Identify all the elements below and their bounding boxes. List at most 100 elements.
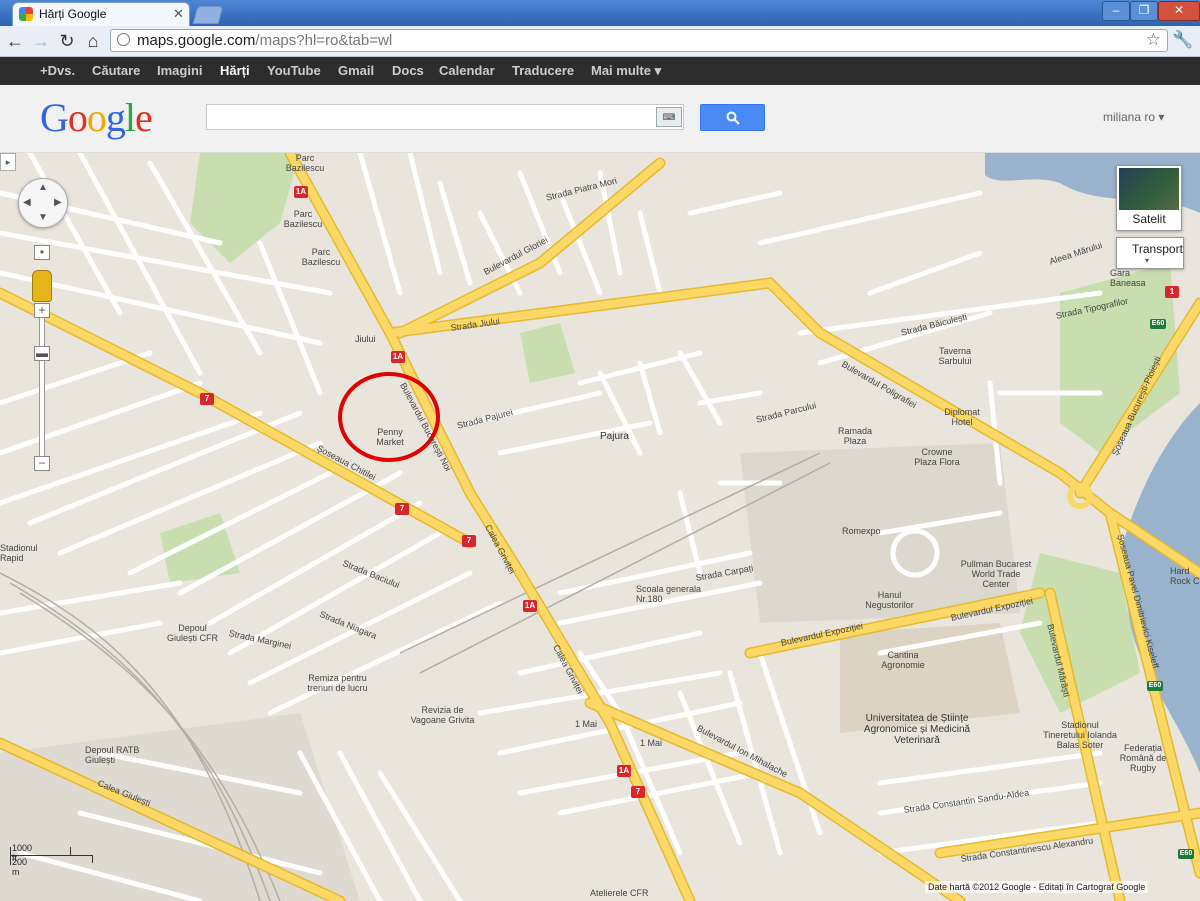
close-window-button[interactable]: ✕ xyxy=(1158,1,1200,21)
sidebar-toggle-arrow-icon[interactable]: ▸ xyxy=(0,153,16,171)
map-label: Cantina Agronomie xyxy=(881,650,925,670)
route-shield: 1A xyxy=(391,351,405,363)
url-path: /maps?hl=ro&tab=wl xyxy=(255,32,393,49)
new-tab-button[interactable] xyxy=(192,6,224,24)
browser-toolbar: ← → ↻ ⌂ maps.google.com/maps?hl=ro&tab=w… xyxy=(0,26,1200,57)
satellite-toggle[interactable]: Satelit xyxy=(1116,165,1182,231)
logo-letter: o xyxy=(86,95,107,140)
zoom-out-button[interactable]: − xyxy=(34,456,50,471)
map-label: Remiza pentru trenuri de lucru xyxy=(307,673,368,693)
pan-control[interactable]: ▲ ▼ ◀ ▶ xyxy=(18,178,68,228)
route-shield: 7 xyxy=(631,786,645,798)
map-attribution[interactable]: Date hartă ©2012 Google - Editați în Car… xyxy=(925,881,1149,893)
browser-titlebar: Hărți Google ✕ ‒ ❐ ✕ xyxy=(0,0,1200,26)
zoom-in-button[interactable]: + xyxy=(34,303,50,318)
scale-tick xyxy=(70,847,71,855)
map-label: Hard Rock C xyxy=(1170,566,1200,586)
reload-icon[interactable]: ↻ xyxy=(56,30,78,52)
bookmark-star-icon[interactable]: ☆ xyxy=(1146,30,1161,50)
route-shield: 1A xyxy=(617,765,631,777)
browser-tab[interactable]: Hărți Google ✕ xyxy=(12,2,190,26)
rail-area xyxy=(0,713,360,901)
map-label: Depoul RATB Giulești xyxy=(85,745,140,765)
gbar-calendar[interactable]: Calendar xyxy=(439,63,495,78)
gbar-images[interactable]: Imagini xyxy=(157,63,203,78)
gbar-docs[interactable]: Docs xyxy=(392,63,424,78)
maximize-button[interactable]: ❐ xyxy=(1130,1,1158,21)
logo-letter: e xyxy=(135,95,153,140)
url-text: maps.google.com/maps?hl=ro&tab=wl xyxy=(137,32,392,49)
pan-down-icon[interactable]: ▼ xyxy=(38,212,48,223)
google-logo[interactable]: Google xyxy=(40,94,153,141)
home-icon[interactable]: ⌂ xyxy=(82,30,104,52)
penny-market-label[interactable]: Penny Market xyxy=(370,427,410,447)
pan-up-icon[interactable]: ▲ xyxy=(38,182,48,193)
satellite-label: Satelit xyxy=(1132,212,1166,226)
pan-left-icon[interactable]: ◀ xyxy=(23,197,31,208)
transport-label: Transport xyxy=(1132,242,1183,256)
tab-title: Hărți Google xyxy=(39,7,107,21)
chevron-down-icon: ▾ xyxy=(1145,256,1150,265)
gbar-youtube[interactable]: YouTube xyxy=(267,63,321,78)
euro-route-shield: E60 xyxy=(1178,849,1194,859)
route-shield: 1A xyxy=(294,186,308,198)
gbar-translate[interactable]: Traducere xyxy=(512,63,574,78)
gbar-gmail[interactable]: Gmail xyxy=(338,63,374,78)
logo-letter: l xyxy=(124,95,136,140)
route-shield: 7 xyxy=(462,535,476,547)
transport-layer-toggle[interactable]: Transport ▾ xyxy=(1116,237,1184,269)
search-header: Google ⌨ miliana ro ▾ xyxy=(0,85,1200,153)
map-label: 1 Mai xyxy=(575,719,598,729)
map-label: Diplomat Hotel xyxy=(944,407,980,427)
euro-route-shield: E60 xyxy=(1147,681,1163,691)
map-canvas[interactable]: 1A 1A 1A 1A 7 7 7 7 1 E60 E60 E60 Parc B… xyxy=(0,153,1200,901)
map-label: Scoala generala Nr.180 xyxy=(636,584,702,604)
minimize-button[interactable]: ‒ xyxy=(1102,1,1130,21)
wrench-menu-icon[interactable]: 🔧 xyxy=(1172,30,1193,50)
scale-m: 200 m xyxy=(12,857,28,877)
map-label: Stadionul Tineretului Iolanda Balas Sote… xyxy=(1043,720,1117,750)
back-arrow-icon[interactable]: ← xyxy=(4,30,26,52)
gbar-maps[interactable]: Hărți xyxy=(220,63,250,78)
scale-bar xyxy=(10,855,92,856)
map-label: 1 Mai xyxy=(640,738,663,748)
map-label: Romexpo xyxy=(842,526,881,536)
map-label: Revizia de Vagoane Grivita xyxy=(410,705,475,725)
map-label: Hanul Negustorilor xyxy=(865,590,914,610)
pegman-streetview-icon[interactable] xyxy=(32,270,52,302)
user-account-menu[interactable]: miliana ro ▾ xyxy=(1103,110,1164,124)
pan-right-icon[interactable]: ▶ xyxy=(54,197,62,208)
route-shield: 7 xyxy=(395,503,409,515)
search-button[interactable] xyxy=(700,104,765,131)
tab-close-icon[interactable]: ✕ xyxy=(173,6,184,22)
map-label: Taverna Sarbului xyxy=(938,346,972,366)
map-label: Parc Bazilescu xyxy=(285,153,325,173)
forward-arrow-icon[interactable]: → xyxy=(30,30,52,52)
maps-favicon-icon xyxy=(19,7,33,21)
map-label: Pajura xyxy=(600,431,629,442)
address-bar[interactable]: maps.google.com/maps?hl=ro&tab=wl ☆ xyxy=(110,29,1168,52)
map-label: Universitatea de Științe Agronomice și M… xyxy=(863,713,971,746)
map-label: Atelierele CFR xyxy=(590,888,649,898)
search-input[interactable] xyxy=(206,104,684,130)
url-host: maps.google.com xyxy=(137,32,256,49)
zoom-slider-handle[interactable]: ▬ xyxy=(34,346,50,361)
reset-view-icon[interactable]: • xyxy=(34,245,50,260)
magnifier-icon xyxy=(726,111,740,125)
gbar-plus-you[interactable]: +Dvs. xyxy=(40,63,75,78)
route-shield: 1 xyxy=(1165,286,1179,298)
scale-tick xyxy=(10,847,11,865)
gbar-search[interactable]: Căutare xyxy=(92,63,140,78)
google-bar: +Dvs. Căutare Imagini Hărți YouTube Gmai… xyxy=(0,57,1200,85)
map-label: Crowne Plaza Flora xyxy=(914,447,960,467)
map-label: Jiului xyxy=(355,334,376,344)
keyboard-icon[interactable]: ⌨ xyxy=(656,107,682,127)
logo-letter: g xyxy=(105,95,126,140)
gbar-more[interactable]: Mai multe ▾ xyxy=(591,63,661,79)
map-label: Gara Baneasa xyxy=(1110,268,1146,288)
route-shield: 1A xyxy=(523,600,537,612)
zoom-slider[interactable] xyxy=(39,303,45,465)
map-label: Stadionul Rapid xyxy=(0,543,38,563)
park-small xyxy=(520,323,575,383)
map-label: Parc Bazilescu xyxy=(283,209,323,229)
